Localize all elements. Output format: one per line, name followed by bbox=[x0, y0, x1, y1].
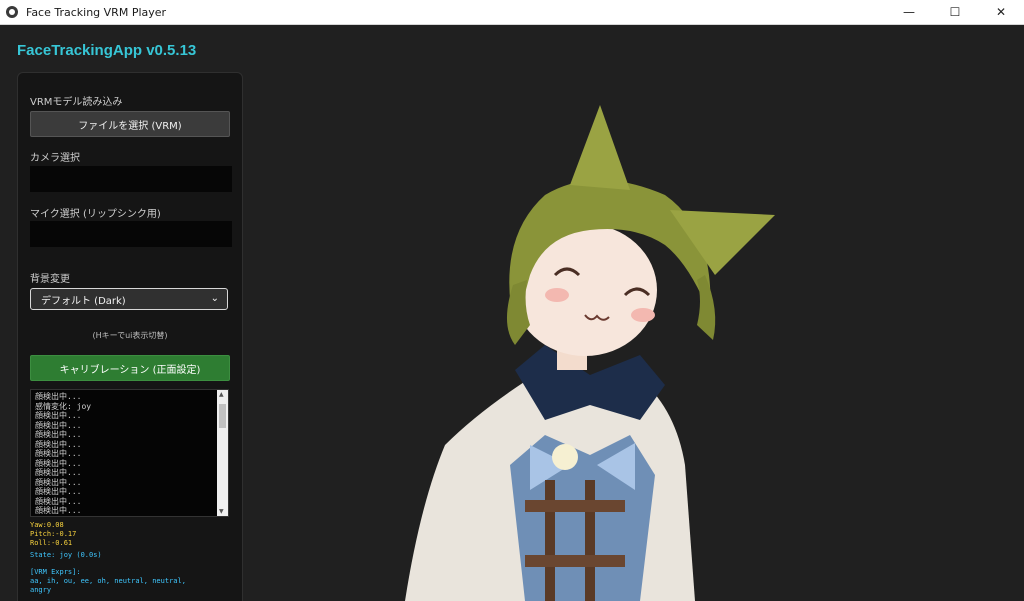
log-line: 顔検出中... bbox=[35, 487, 82, 496]
mic-select[interactable] bbox=[30, 221, 232, 247]
app-title: FaceTrackingApp v0.5.13 bbox=[17, 42, 197, 59]
vrm-load-label: VRMモデル読み込み bbox=[30, 97, 123, 108]
select-vrm-file-button[interactable]: ファイルを選択 (VRM) bbox=[30, 111, 230, 137]
camera-select-label: カメラ選択 bbox=[30, 153, 80, 164]
pitch-readout: Pitch:-0.17 bbox=[30, 530, 77, 538]
mic-select-label: マイク選択 (リップシンク用) bbox=[30, 209, 161, 220]
avatar-blush bbox=[631, 308, 655, 322]
log-line: 顔検出中... bbox=[35, 420, 82, 430]
state-readout: State: joy (0.0s) bbox=[30, 551, 102, 559]
avatar-viewport[interactable] bbox=[245, 25, 1024, 601]
log-line: 顔検出中... bbox=[35, 458, 82, 468]
log-line: 顔検出中... bbox=[35, 506, 82, 515]
close-button[interactable]: ✕ bbox=[978, 0, 1024, 24]
control-panel: VRMモデル読み込み ファイルを選択 (VRM) カメラ選択 マイク選択 (リッ… bbox=[17, 72, 243, 601]
scroll-down-arrow-icon[interactable]: ▼ bbox=[219, 508, 224, 515]
log-line: 顔検出中... bbox=[35, 449, 82, 458]
ui-toggle-hint: (Hキーでui表示切替) bbox=[92, 331, 168, 340]
background-select-value: デフォルト (Dark) bbox=[41, 295, 126, 307]
avatar-model bbox=[405, 105, 775, 601]
vrm-exprs-list: aa, ih, ou, ee, oh, neutral, neutral, bbox=[30, 577, 186, 585]
vrm-exprs-title: [VRM Exprs]: bbox=[30, 568, 81, 576]
log-line: 感情変化: joy bbox=[35, 401, 92, 411]
roll-readout: Roll:-0.61 bbox=[30, 539, 73, 547]
window-titlebar: Face Tracking VRM Player — ☐ ✕ bbox=[0, 0, 1024, 25]
scroll-up-arrow-icon[interactable]: ▲ bbox=[219, 391, 224, 398]
background-select[interactable]: デフォルト (Dark) ⌄ bbox=[30, 288, 228, 310]
background-label: 背景変更 bbox=[30, 274, 70, 285]
yaw-readout: Yaw:0.08 bbox=[30, 521, 64, 529]
window-controls: — ☐ ✕ bbox=[886, 0, 1024, 24]
scrollbar-thumb[interactable] bbox=[219, 404, 226, 428]
log-line: 顔検出中... bbox=[35, 430, 82, 439]
vrm-exprs-list-cont: angry bbox=[30, 586, 52, 594]
app-stage: FaceTrackingApp v0.5.13 VRMモデル読み込み ファイルを… bbox=[0, 25, 1024, 601]
log-lines: 顔検出中... 感情変化: joy 顔検出中... 顔検出中... 顔検出中..… bbox=[31, 390, 228, 516]
avatar-strap bbox=[585, 480, 595, 601]
log-line: 顔検出中... bbox=[35, 496, 82, 506]
camera-select[interactable] bbox=[30, 166, 232, 192]
avatar-bow-flower bbox=[552, 444, 578, 470]
avatar-hair-side bbox=[697, 275, 716, 340]
calibrate-button[interactable]: キャリブレーション (正面設定) bbox=[30, 355, 230, 381]
avatar-belt bbox=[525, 555, 625, 567]
avatar-blush bbox=[545, 288, 569, 302]
log-line: 顔検出中... bbox=[35, 392, 82, 401]
log-line: 顔検出中... bbox=[35, 477, 82, 487]
avatar-belt bbox=[525, 500, 625, 512]
log-area[interactable]: 顔検出中... 感情変化: joy 顔検出中... 顔検出中... 顔検出中..… bbox=[30, 389, 229, 517]
avatar-strap bbox=[545, 480, 555, 601]
maximize-button[interactable]: ☐ bbox=[932, 0, 978, 24]
minimize-button[interactable]: — bbox=[886, 0, 932, 24]
app-globe-icon bbox=[6, 6, 18, 18]
log-line: 顔検出中... bbox=[35, 468, 82, 477]
chevron-down-icon: ⌄ bbox=[210, 293, 219, 304]
window-title: Face Tracking VRM Player bbox=[26, 5, 167, 19]
log-line: 顔検出中... bbox=[35, 439, 82, 449]
avatar-ear bbox=[570, 105, 630, 190]
log-line: 顔検出中... bbox=[35, 411, 82, 420]
log-scrollbar[interactable]: ▲ ▼ bbox=[217, 390, 228, 516]
